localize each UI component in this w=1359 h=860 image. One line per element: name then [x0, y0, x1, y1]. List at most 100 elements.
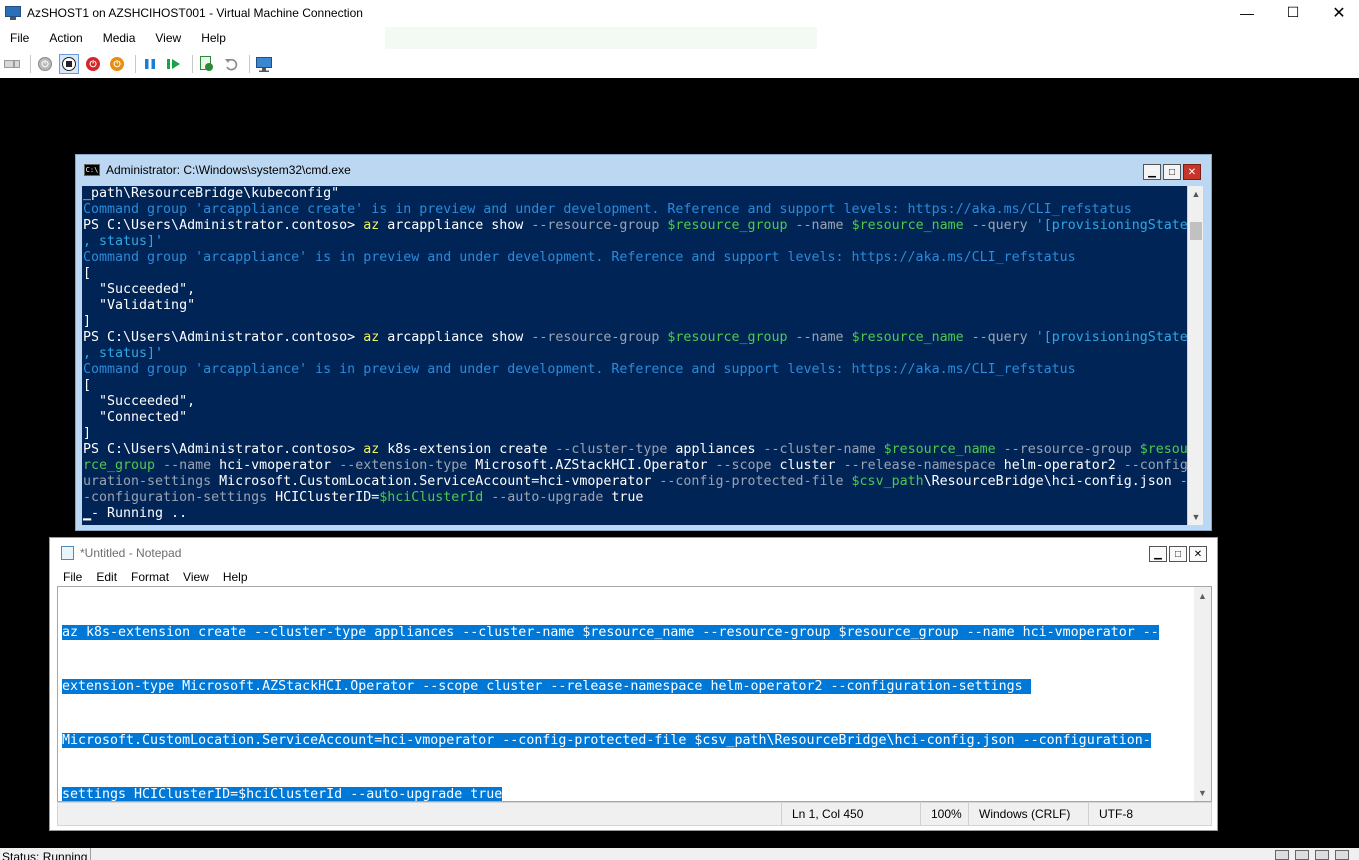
mouse-status-icon [1295, 850, 1309, 860]
network-status-icon [1335, 850, 1349, 860]
host-toolbar: ⏻ ⏻ ⏻ [0, 51, 1359, 77]
menu-help[interactable]: Help [191, 27, 236, 49]
console-text: [ [83, 266, 92, 281]
notepad-scrollbar[interactable]: ▲ ▼ [1194, 587, 1211, 801]
console-text: ] [83, 314, 92, 329]
notepad-menu-bar: File Edit Format View Help [50, 567, 255, 587]
notepad-line: Microsoft.CustomLocation.ServiceAccount=… [62, 732, 1192, 750]
console-text: --query [963, 218, 1036, 233]
cmd-title-bar[interactable]: C:\ Administrator: C:\Windows\system32\c… [76, 155, 1211, 185]
cmd-window[interactable]: C:\ Administrator: C:\Windows\system32\c… [75, 154, 1212, 531]
console-text: --name [787, 330, 852, 345]
console-text: az [363, 218, 380, 233]
scroll-up-arrow[interactable]: ▲ [1194, 587, 1211, 604]
notepad-menu-help[interactable]: Help [216, 570, 255, 584]
revert-icon [225, 58, 238, 71]
save-button[interactable]: ⏻ [107, 54, 127, 74]
console-line: Command group 'arcappliance create' is i… [83, 202, 1190, 218]
start-icon: ⏻ [38, 57, 52, 71]
console-text: --name [155, 458, 212, 473]
resume-button[interactable] [164, 54, 184, 74]
host-maximize-button[interactable]: ☐ [1270, 0, 1316, 25]
cmd-maximize-button[interactable]: □ [1163, 164, 1181, 180]
menu-action[interactable]: Action [39, 27, 92, 49]
cursor-position: Ln 1, Col 450 [781, 803, 920, 825]
console-line: [ [83, 378, 1190, 394]
notepad-menu-view[interactable]: View [176, 570, 216, 584]
checkpoint-button[interactable] [197, 54, 217, 74]
powershell-console[interactable]: _path\ResourceBridge\kubeconfig" Command … [82, 186, 1190, 525]
console-text: "Succeeded", [83, 394, 196, 409]
notepad-minimize-button[interactable]: ▁ [1149, 546, 1167, 562]
menu-media[interactable]: Media [93, 27, 146, 49]
start-button[interactable]: ⏻ [35, 54, 55, 74]
console-text: hci-vmoperator [211, 458, 340, 473]
save-icon: ⏻ [110, 57, 124, 71]
notepad-window[interactable]: *Untitled - Notepad ▁ □ ✕ File Edit Form… [49, 537, 1218, 831]
scroll-down-arrow[interactable]: ▼ [1194, 784, 1211, 801]
console-text: $resource_group [667, 218, 788, 233]
console-text: helm-operator2 [995, 458, 1124, 473]
toolbar-separator [30, 55, 31, 73]
host-window-title: AzSHOST1 on AZSHCIHOST001 - Virtual Mach… [27, 5, 363, 20]
notepad-text: az k8s-extension create --cluster-type a… [62, 588, 1192, 801]
turn-off-icon [62, 57, 76, 71]
console-line: PS C:\Users\Administrator.contoso> az ar… [83, 218, 1190, 234]
cmd-close-button[interactable]: ✕ [1183, 164, 1201, 180]
notepad-window-title: *Untitled - Notepad [80, 546, 182, 560]
revert-button[interactable] [221, 54, 241, 74]
console-text: PS C:\Users\Administrator.contoso> [83, 218, 364, 233]
scroll-up-arrow[interactable]: ▲ [1188, 186, 1204, 202]
notepad-icon [61, 546, 74, 560]
menu-view[interactable]: View [145, 27, 191, 49]
notepad-status-bar: Ln 1, Col 450 100% Windows (CRLF) UTF-8 [57, 802, 1212, 826]
cmd-scrollbar[interactable]: ▲ ▼ [1187, 186, 1203, 525]
console-line: uration-settings Microsoft.CustomLocatio… [83, 474, 1190, 490]
shut-down-button[interactable]: ⏻ [83, 54, 103, 74]
console-line: Command group 'arcappliance' is in previ… [83, 362, 1190, 378]
cmd-icon: C:\ [84, 164, 100, 176]
cmd-window-title: Administrator: C:\Windows\system32\cmd.e… [106, 163, 351, 177]
console-output: _path\ResourceBridge\kubeconfig" Command … [82, 186, 1190, 522]
scroll-down-arrow[interactable]: ▼ [1188, 509, 1204, 525]
host-close-button[interactable]: ✕ [1316, 0, 1359, 25]
enhanced-session-button[interactable] [254, 54, 274, 74]
notepad-menu-format[interactable]: Format [124, 570, 176, 584]
console-text: Command group 'arcappliance' is in previ… [83, 362, 1076, 377]
line-ending: Windows (CRLF) [968, 803, 1088, 825]
console-text: $resource_name [851, 330, 964, 345]
console-text: --resource-group [531, 218, 668, 233]
console-text: '[provisioningState [1035, 330, 1188, 345]
status-icons [1275, 850, 1349, 860]
console-line: ▁- Running .. [83, 506, 1190, 522]
notepad-title-bar[interactable]: *Untitled - Notepad [50, 538, 1217, 568]
notepad-text-area[interactable]: az k8s-extension create --cluster-type a… [57, 586, 1212, 802]
ctrl-alt-del-button[interactable] [2, 54, 22, 74]
keyboard-status-icon [1275, 850, 1289, 860]
encoding: UTF-8 [1088, 803, 1212, 825]
console-text: arcappliance show [379, 330, 532, 345]
console-text: Command group 'arcappliance' is in previ… [83, 250, 1076, 265]
console-text: --query [963, 330, 1036, 345]
host-minimize-button[interactable]: — [1224, 0, 1270, 25]
turn-off-button[interactable] [59, 54, 79, 74]
pause-icon [145, 59, 155, 69]
notepad-menu-edit[interactable]: Edit [89, 570, 124, 584]
notepad-close-button[interactable]: ✕ [1189, 546, 1207, 562]
console-line: PS C:\Users\Administrator.contoso> az k8… [83, 442, 1190, 458]
scroll-thumb[interactable] [1190, 222, 1202, 240]
selected-text: Microsoft.CustomLocation.ServiceAccount=… [62, 733, 1151, 748]
host-title-bar[interactable]: AzSHOST1 on AZSHCIHOST001 - Virtual Mach… [0, 0, 1359, 25]
pause-button[interactable] [140, 54, 160, 74]
notepad-menu-file[interactable]: File [50, 570, 89, 584]
cmd-minimize-button[interactable]: ▁ [1143, 164, 1161, 180]
notepad-maximize-button[interactable]: □ [1169, 546, 1187, 562]
console-text: [ [83, 378, 92, 393]
console-text: $hciClusterId [379, 490, 484, 505]
menu-file[interactable]: File [0, 27, 39, 49]
console-text: --extension-type [339, 458, 468, 473]
toolbar-separator [135, 55, 136, 73]
host-status-bar: Status: Running [0, 848, 1359, 860]
checkpoint-icon [200, 56, 213, 71]
console-line: rce_group --name hci-vmoperator --extens… [83, 458, 1190, 474]
